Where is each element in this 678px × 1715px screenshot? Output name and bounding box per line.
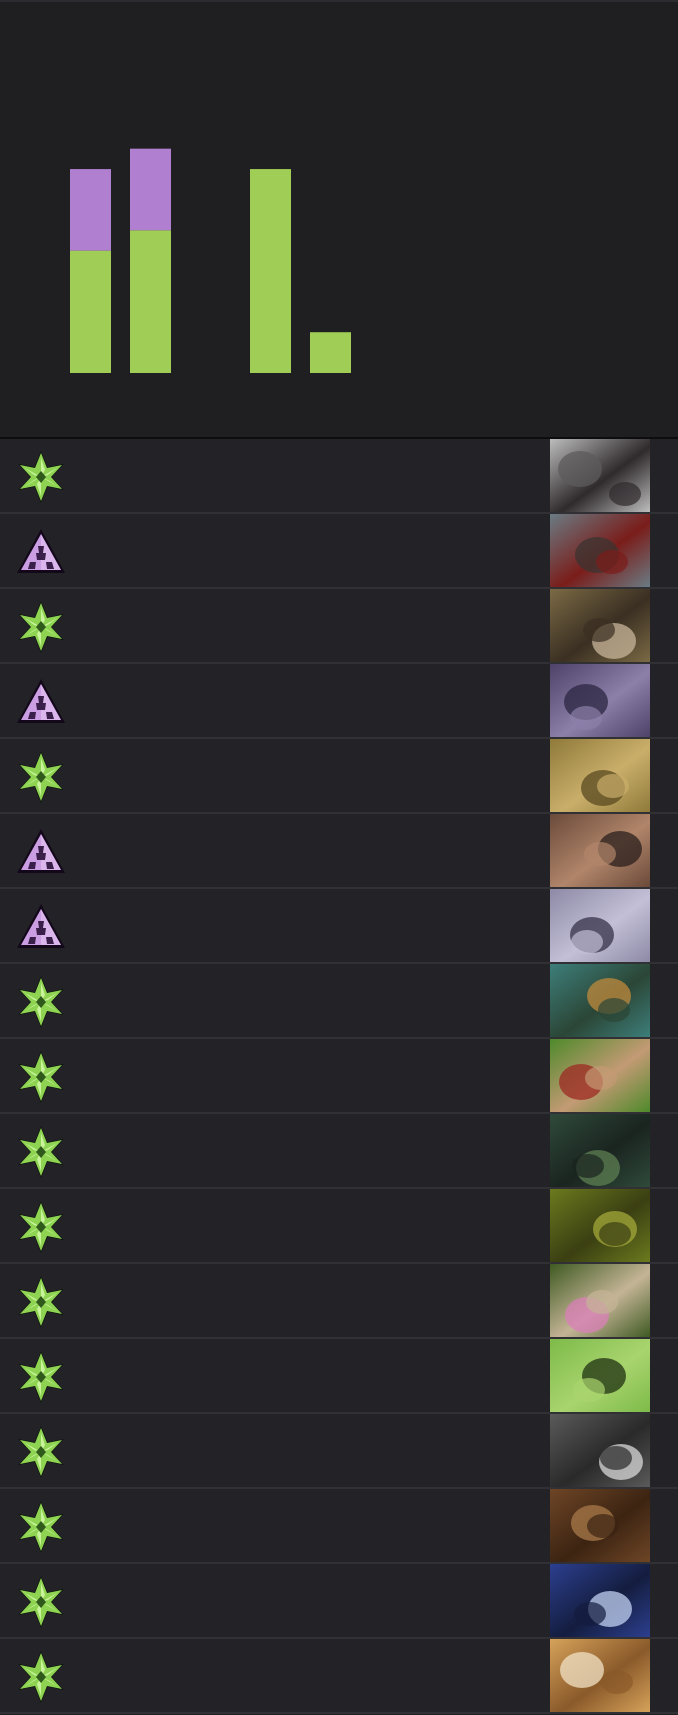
chart-bar-green-3 [250, 169, 291, 373]
card-row[interactable] [0, 1489, 678, 1564]
card-row[interactable] [0, 1639, 678, 1714]
green-leaf-icon [15, 1426, 67, 1478]
forest-spirit-art [550, 1114, 650, 1187]
card-row[interactable] [0, 664, 678, 739]
knight-art [550, 889, 650, 962]
wolf-art [550, 514, 650, 587]
purple-pyramid-icon [15, 901, 67, 953]
mech-art [550, 664, 650, 737]
green-leaf-icon [15, 1501, 67, 1553]
green-leaf-icon [15, 451, 67, 503]
card-row[interactable] [0, 1114, 678, 1189]
green-leaf-icon [15, 976, 67, 1028]
druids-art [550, 964, 650, 1037]
giant-rat-art [550, 589, 650, 662]
chart-bar-purple-0 [70, 169, 111, 251]
beast-art [550, 1414, 650, 1487]
red-hood-art [550, 1039, 650, 1112]
purple-pyramid-icon [15, 526, 67, 578]
green-leaf-icon [15, 1651, 67, 1703]
card-list [0, 439, 678, 1714]
purple-pyramid-icon [15, 826, 67, 878]
yeti-art [550, 1639, 650, 1712]
green-leaf-icon [15, 751, 67, 803]
mana-curve-chart-plot [70, 148, 351, 373]
card-row[interactable] [0, 589, 678, 664]
green-leaf-icon [15, 1126, 67, 1178]
chart-bar-purple-1 [130, 148, 171, 231]
card-row[interactable] [0, 739, 678, 814]
card-row[interactable] [0, 889, 678, 964]
chart-bar-green-4 [310, 332, 351, 373]
card-row[interactable] [0, 514, 678, 589]
hunter-art [550, 814, 650, 887]
card-row[interactable] [0, 1039, 678, 1114]
card-row[interactable] [0, 439, 678, 514]
green-leaf-icon [15, 1201, 67, 1253]
green-leaf-icon [15, 601, 67, 653]
purple-pyramid-icon [15, 676, 67, 728]
monkeys-art [550, 1489, 650, 1562]
mana-curve-chart [0, 0, 678, 439]
green-leaf-icon [15, 1276, 67, 1328]
silhouette-art [550, 1339, 650, 1412]
swamp-art [550, 1189, 650, 1262]
green-leaf-icon [15, 1576, 67, 1628]
card-row[interactable] [0, 964, 678, 1039]
card-row[interactable] [0, 1264, 678, 1339]
card-row[interactable] [0, 1339, 678, 1414]
card-row[interactable] [0, 1189, 678, 1264]
chart-bar-green-0 [70, 250, 111, 373]
green-leaf-icon [15, 1051, 67, 1103]
card-row[interactable] [0, 1564, 678, 1639]
chart-bar-green-1 [130, 230, 171, 373]
card-row[interactable] [0, 814, 678, 889]
skull-flower-art [550, 1264, 650, 1337]
storm-art [550, 1564, 650, 1637]
green-leaf-icon [15, 1351, 67, 1403]
rat-art [550, 439, 650, 512]
card-row[interactable] [0, 1414, 678, 1489]
idol-art [550, 739, 650, 812]
